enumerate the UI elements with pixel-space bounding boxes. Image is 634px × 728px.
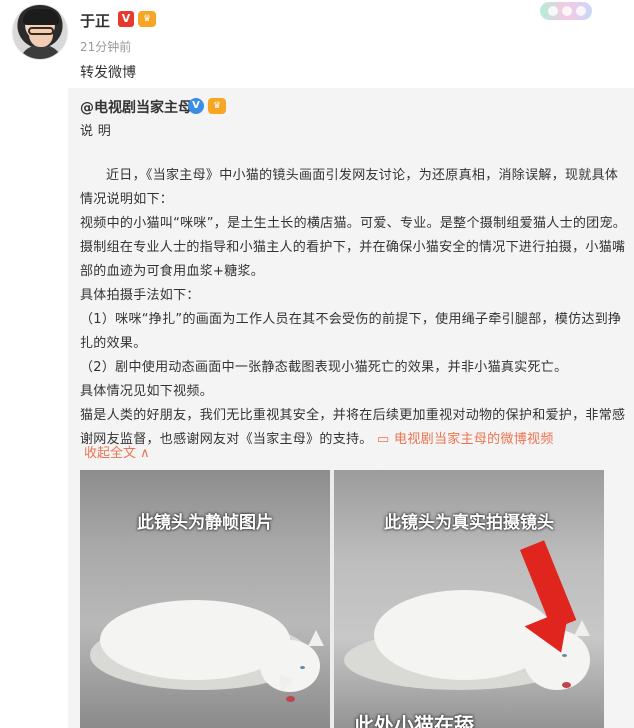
crown-icon: ♛ bbox=[138, 11, 156, 27]
statement-paragraph: 近日，《当家主母》中小猫的镜头画面引发网友讨论，为还原真相，消除误解，现就具体情… bbox=[80, 168, 619, 207]
verified-icon: V bbox=[118, 11, 134, 27]
collapse-button[interactable]: 收起全文 ∧ bbox=[84, 442, 150, 461]
verified-icon: V bbox=[188, 98, 204, 114]
author-name[interactable]: 于正 bbox=[80, 10, 110, 31]
avatar[interactable] bbox=[12, 4, 68, 60]
original-author-link[interactable]: @电视剧当家主母 bbox=[80, 97, 192, 117]
image-caption: 此镜头为真实拍摄镜头 bbox=[384, 513, 554, 533]
statement-paragraph: 猫是人类的好朋友，我们无比重视其安全，并将在后续更加重视对动物的保护和爱护，非常… bbox=[80, 404, 628, 452]
statement-title: 说 明 bbox=[80, 124, 112, 139]
crown-icon: ♛ bbox=[208, 98, 226, 114]
statement-paragraph: 具体拍摄手法如下： bbox=[80, 288, 200, 303]
statement-paragraph: 视频中的小猫叫“咪咪”，是土生土长的横店猫。可爱、专业。是整个摄制组爱猫人士的团… bbox=[80, 216, 627, 279]
statement-paragraph: 具体情况见如下视频。 bbox=[80, 384, 214, 399]
statement-paragraph: （2）剧中使用动态画面中一张静态截图表现小猫死亡的效果，并非小猫真实死亡。 bbox=[80, 360, 568, 375]
decoration-card-icon[interactable] bbox=[540, 2, 592, 20]
image-caption: 此镜头为静帧图片 bbox=[137, 513, 273, 533]
post-header: 于正 V ♛ 21分钟前 转发微博 bbox=[0, 0, 634, 88]
post-text: 转发微博 bbox=[80, 65, 136, 81]
post-timestamp[interactable]: 21分钟前 bbox=[80, 38, 131, 55]
image-left[interactable]: 此镜头为静帧图片 bbox=[80, 470, 330, 728]
statement-paragraph: （1）咪咪“挣扎”的画面为工作人员在其不会受伤的前提下，使用绳子牵引腿部，模仿达… bbox=[80, 312, 622, 351]
image-right[interactable]: 此镜头为真实拍摄镜头 此处小猫在舔 bbox=[334, 470, 604, 728]
video-link[interactable]: ▭ 电视剧当家主母的微博视频 bbox=[377, 432, 554, 447]
image-bottom-caption: 此处小猫在舔 bbox=[354, 713, 474, 728]
reposted-content: @电视剧当家主母 V ♛ 说 明 近日，《当家主母》中小猫的镜头画面引发网友讨论… bbox=[68, 88, 634, 728]
